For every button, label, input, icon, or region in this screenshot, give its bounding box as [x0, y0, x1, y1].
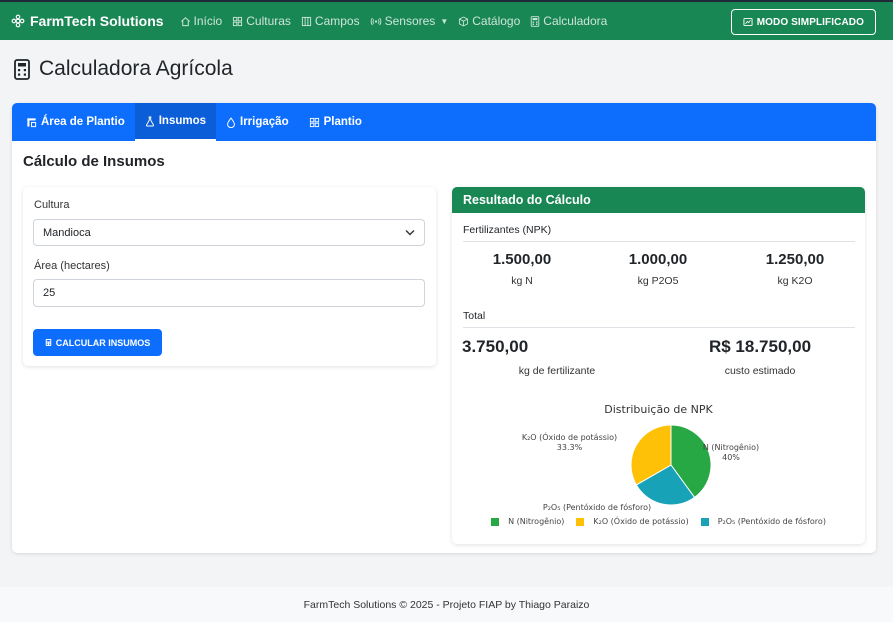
calculate-inputs-button[interactable]: CALCULAR INSUMOS	[33, 329, 162, 356]
inputs-form-card: Cultura Mandioca Área (hectares) 25 CALC…	[23, 187, 436, 366]
legend-item-k2o[interactable]: K₂O (Óxido de potássio)	[576, 517, 689, 526]
divider	[463, 241, 855, 242]
columns-icon	[301, 16, 311, 26]
simplified-mode-button[interactable]: MODO SIMPLIFICADO	[730, 9, 876, 35]
tab-irrigacao[interactable]: Irrigação	[216, 103, 299, 141]
total-value: 3.750,00	[462, 337, 529, 356]
fertilizers-label: Fertilizantes (NPK)	[463, 224, 552, 236]
result-header: Resultado do Cálculo	[452, 187, 865, 213]
pie-label-p2o5-name: P₂O₅ (Pentóxido de fósforo)	[542, 503, 652, 512]
area-input[interactable]: 25	[33, 279, 425, 307]
nav-item-calculadora[interactable]: Calculadora	[530, 14, 607, 28]
tab-label: Área de Plantio	[41, 116, 125, 128]
nav-label: Início	[193, 14, 223, 28]
calculator-icon	[45, 339, 51, 346]
broadcast-icon	[370, 17, 381, 25]
footer: FarmTech Solutions © 2025 - Projeto FIAP…	[0, 587, 893, 622]
cost-unit: custo estimado	[724, 365, 796, 377]
culture-label: Cultura	[34, 199, 70, 211]
area-label: Área (hectares)	[34, 260, 110, 272]
calculate-button-label: CALCULAR INSUMOS	[55, 337, 151, 348]
potassium-unit: kg K2O	[777, 275, 813, 287]
nav-label: Culturas	[246, 14, 291, 28]
divider	[463, 327, 855, 328]
cost-value: R$ 18.750,00	[708, 337, 812, 356]
nav-label: Calculadora	[543, 14, 608, 28]
nitrogen-value: 1.500,00	[492, 251, 552, 268]
pie-label-n-name: N (Nitrogênio)	[702, 443, 760, 452]
grid-icon	[233, 16, 243, 26]
legend-swatch	[491, 517, 500, 526]
culture-select-value: Mandioca	[43, 226, 91, 239]
tab-label: Plantio	[323, 116, 362, 128]
bounding-box-icon	[27, 117, 37, 127]
nav-item-culturas[interactable]: Culturas	[232, 14, 291, 28]
chevron-down-icon: ▼	[440, 16, 449, 26]
flask-icon	[145, 116, 154, 126]
result-card: Resultado do Cálculo Fertilizantes (NPK)…	[452, 187, 865, 544]
page-title: Calculadora Agrícola	[14, 57, 233, 81]
pie-label-n: N (Nitrogênio) 40%	[696, 443, 766, 462]
legend-swatch	[700, 517, 709, 526]
legend-label: K₂O (Óxido de potássio)	[593, 517, 689, 526]
footer-text: FarmTech Solutions © 2025 - Projeto FIAP…	[303, 598, 590, 611]
nav-label: Campos	[314, 14, 360, 28]
pie-label-k2o: K₂O (Óxido de potássio) 33.3%	[512, 433, 627, 452]
calculator-tabs: Área de Plantio Insumos Irrigação Planti…	[12, 103, 876, 141]
npk-pie-chart	[630, 424, 712, 506]
legend-item-n[interactable]: N (Nitrogênio)	[491, 517, 564, 526]
display-icon	[743, 18, 753, 26]
area-input-value: 25	[43, 287, 56, 299]
simplified-mode-label: MODO SIMPLIFICADO	[756, 16, 864, 28]
pie-label-p2o5: P₂O₅ (Pentóxido de fósforo)	[512, 503, 682, 513]
calculator-icon	[14, 58, 30, 80]
pie-label-n-percent: 40%	[722, 452, 740, 462]
culture-select[interactable]: Mandioca	[33, 219, 425, 246]
nav-label: Sensores	[384, 14, 436, 28]
nitrogen-unit: kg N	[511, 275, 533, 287]
tab-label: Irrigação	[240, 116, 289, 128]
legend-label: N (Nitrogênio)	[508, 517, 565, 526]
chevron-down-icon	[405, 229, 415, 236]
section-title: Cálculo de Insumos	[23, 153, 165, 170]
tab-area-de-plantio[interactable]: Área de Plantio	[16, 103, 135, 141]
brand[interactable]: FarmTech Solutions	[11, 13, 164, 29]
house-icon	[180, 16, 190, 26]
nav-item-catalogo[interactable]: Catálogo	[458, 14, 520, 28]
total-unit: kg de fertilizante	[518, 365, 596, 377]
nav-item-sensores[interactable]: Sensores ▼	[370, 14, 449, 28]
page-title-text: Calculadora Agrícola	[39, 57, 233, 80]
navbar: FarmTech Solutions Início Culturas Campo…	[0, 0, 893, 40]
tab-insumos[interactable]: Insumos	[134, 103, 217, 141]
pie-label-k2o-percent: 33.3%	[556, 442, 583, 452]
droplet-icon	[227, 116, 235, 128]
phosphorus-value: 1.000,00	[628, 251, 688, 268]
pie-label-k2o-name: K₂O (Óxido de potássio)	[521, 433, 618, 442]
chart-legend: N (Nitrogênio) K₂O (Óxido de potássio) P…	[452, 517, 865, 526]
legend-item-p2o5[interactable]: P₂O₅ (Pentóxido de fósforo)	[700, 517, 826, 526]
calculator-icon	[531, 15, 540, 27]
brand-name: FarmTech Solutions	[30, 13, 164, 29]
flower-icon	[11, 14, 25, 28]
nav-item-inicio[interactable]: Início	[180, 14, 223, 28]
potassium-value: 1.250,00	[765, 251, 825, 268]
calculator-card: Área de Plantio Insumos Irrigação Planti…	[12, 103, 876, 553]
tab-plantio[interactable]: Plantio	[299, 103, 372, 141]
grid-icon	[309, 117, 319, 127]
legend-label: P₂O₅ (Pentóxido de fósforo)	[717, 517, 826, 526]
box-icon	[459, 16, 469, 26]
nav-label: Catálogo	[472, 14, 521, 28]
total-label: Total	[463, 310, 486, 322]
legend-swatch	[576, 517, 585, 526]
phosphorus-unit: kg P2O5	[637, 275, 679, 287]
tab-label: Insumos	[158, 115, 207, 127]
nav-item-campos[interactable]: Campos	[301, 14, 360, 28]
